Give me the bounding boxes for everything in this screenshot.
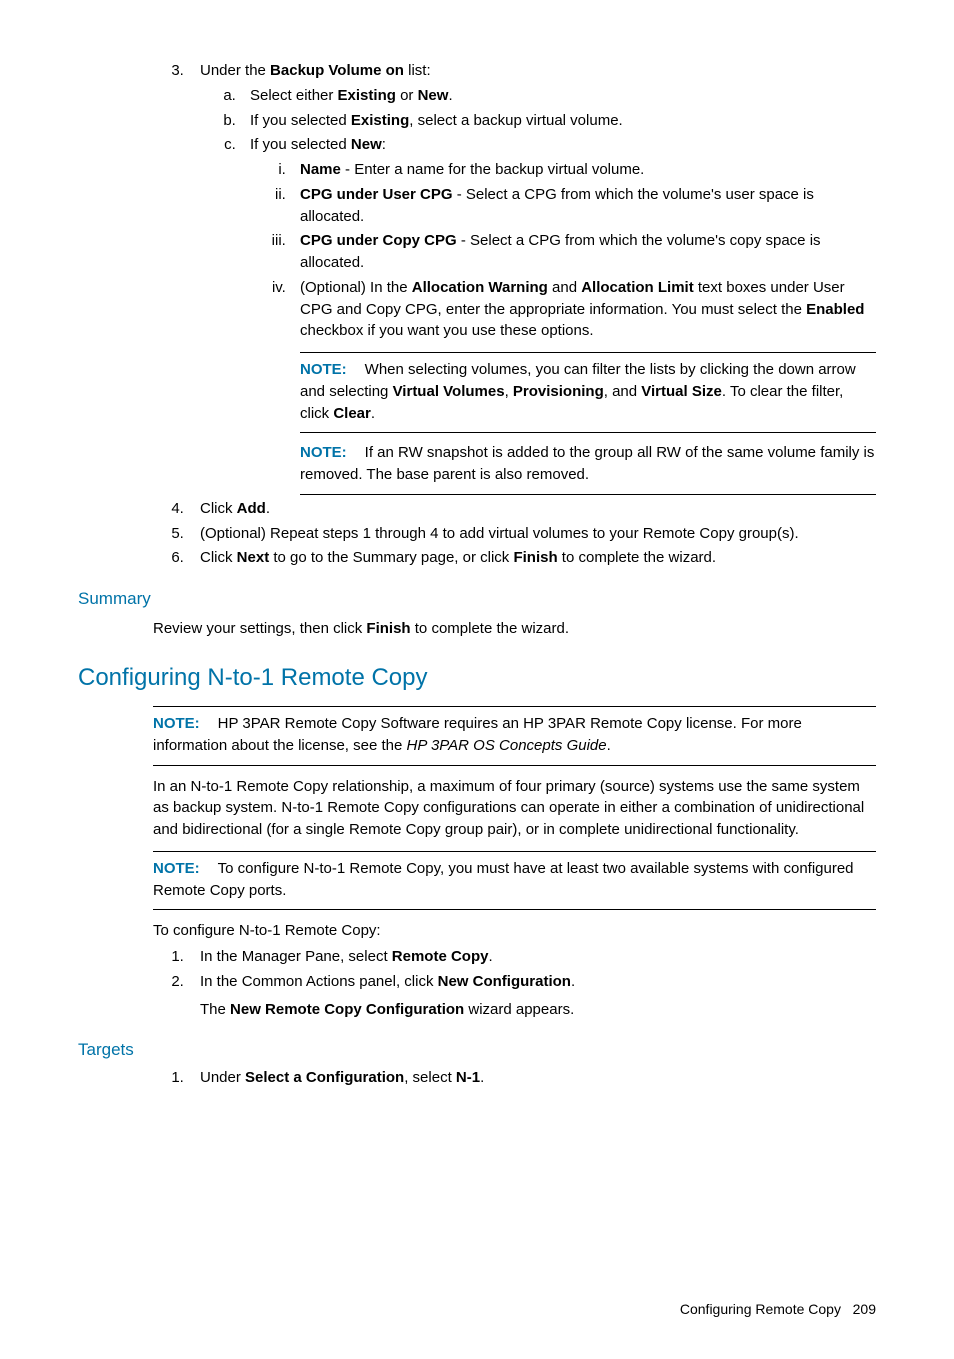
nto1-body: NOTE:HP 3PAR Remote Copy Software requir… [153,706,876,942]
sub-list-roman: Name - Enter a name for the backup virtu… [250,159,876,342]
step-list: Under the Backup Volume on list: Select … [78,60,876,569]
step-4: Click Add. [188,498,876,520]
step-6: Click Next to go to the Summary page, or… [188,547,876,569]
nto1-description: In an N-to-1 Remote Copy relationship, a… [153,776,876,841]
summary-heading: Summary [78,587,876,612]
note-rw-snapshot: NOTE:If an RW snapshot is added to the g… [300,436,876,495]
document-content: Under the Backup Volume on list: Select … [78,60,876,1319]
targets-heading: Targets [78,1038,876,1063]
targets-step-1: Under Select a Configuration, select N-1… [188,1067,876,1089]
note-container: NOTE:When selecting volumes, you can fil… [300,352,876,495]
step-3: Under the Backup Volume on list: Select … [188,60,876,495]
step-5: (Optional) Repeat steps 1 through 4 to a… [188,523,876,545]
nto1-step-2-result: The New Remote Copy Configuration wizard… [200,999,876,1021]
sub-list-a: Select either Existing or New. If you se… [200,85,876,495]
note-filter: NOTE:When selecting volumes, you can fil… [300,352,876,433]
step-3c-ii: CPG under User CPG - Select a CPG from w… [290,184,876,228]
nto1-step-2: In the Common Actions panel, click New C… [188,971,876,1021]
step-3c-iii: CPG under Copy CPG - Select a CPG from w… [290,230,876,274]
page-footer: Configuring Remote Copy 209 [78,1299,876,1319]
summary-text: Review your settings, then click Finish … [153,618,876,640]
nto1-intro: To configure N-to-1 Remote Copy: [153,920,876,942]
step-3c-i: Name - Enter a name for the backup virtu… [290,159,876,181]
step-3c-iv: (Optional) In the Allocation Warning and… [290,277,876,342]
note-requirements: NOTE:To configure N-to-1 Remote Copy, yo… [153,851,876,911]
step-3a: Select either Existing or New. [240,85,876,107]
targets-steps: Under Select a Configuration, select N-1… [78,1067,876,1089]
nto1-steps: In the Manager Pane, select Remote Copy.… [78,946,876,1020]
step-3b: If you selected Existing, select a backu… [240,110,876,132]
step-3c: If you selected New: Name - Enter a name… [240,134,876,495]
nto1-heading: Configuring N-to-1 Remote Copy [78,661,876,696]
nto1-step-1: In the Manager Pane, select Remote Copy. [188,946,876,968]
note-license: NOTE:HP 3PAR Remote Copy Software requir… [153,706,876,766]
